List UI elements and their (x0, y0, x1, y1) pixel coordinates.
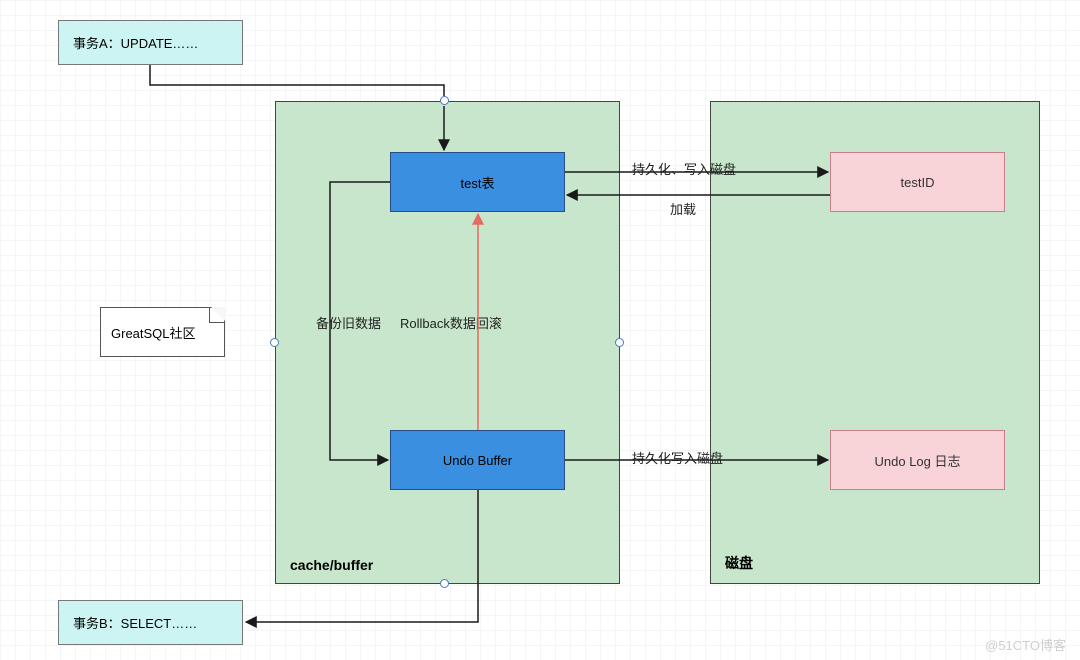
cache-buffer-label: cache/buffer (290, 557, 373, 573)
test-table-node: test表 (390, 152, 565, 212)
test-id-node: testID (830, 152, 1005, 212)
undo-log-node: Undo Log 日志 (830, 430, 1005, 490)
port-left-cache (270, 338, 279, 347)
port-bottom-cache (440, 579, 449, 588)
transaction-a-box: 事务A：UPDATE…… (58, 20, 243, 65)
watermark-text: @51CTO博客 (985, 635, 1066, 654)
note-fold-icon (209, 308, 224, 323)
port-top-cache (440, 96, 449, 105)
community-note: GreatSQL社区 (100, 307, 225, 357)
edge-label-load: 加载 (670, 199, 696, 218)
transaction-b-box: 事务B：SELECT…… (58, 600, 243, 645)
edge-label-rollback: Rollback数据回滚 (400, 313, 502, 332)
undo-buffer-node: Undo Buffer (390, 430, 565, 490)
edge-label-persist-write: 持久化、写入磁盘 (632, 159, 736, 178)
edge-label-backup-old: 备份旧数据 (316, 313, 381, 332)
edge-label-persist-write-disk: 持久化写入磁盘 (632, 448, 723, 467)
port-right-cache (615, 338, 624, 347)
community-note-text: GreatSQL社区 (111, 323, 196, 342)
disk-label: 磁盘 (725, 553, 753, 573)
